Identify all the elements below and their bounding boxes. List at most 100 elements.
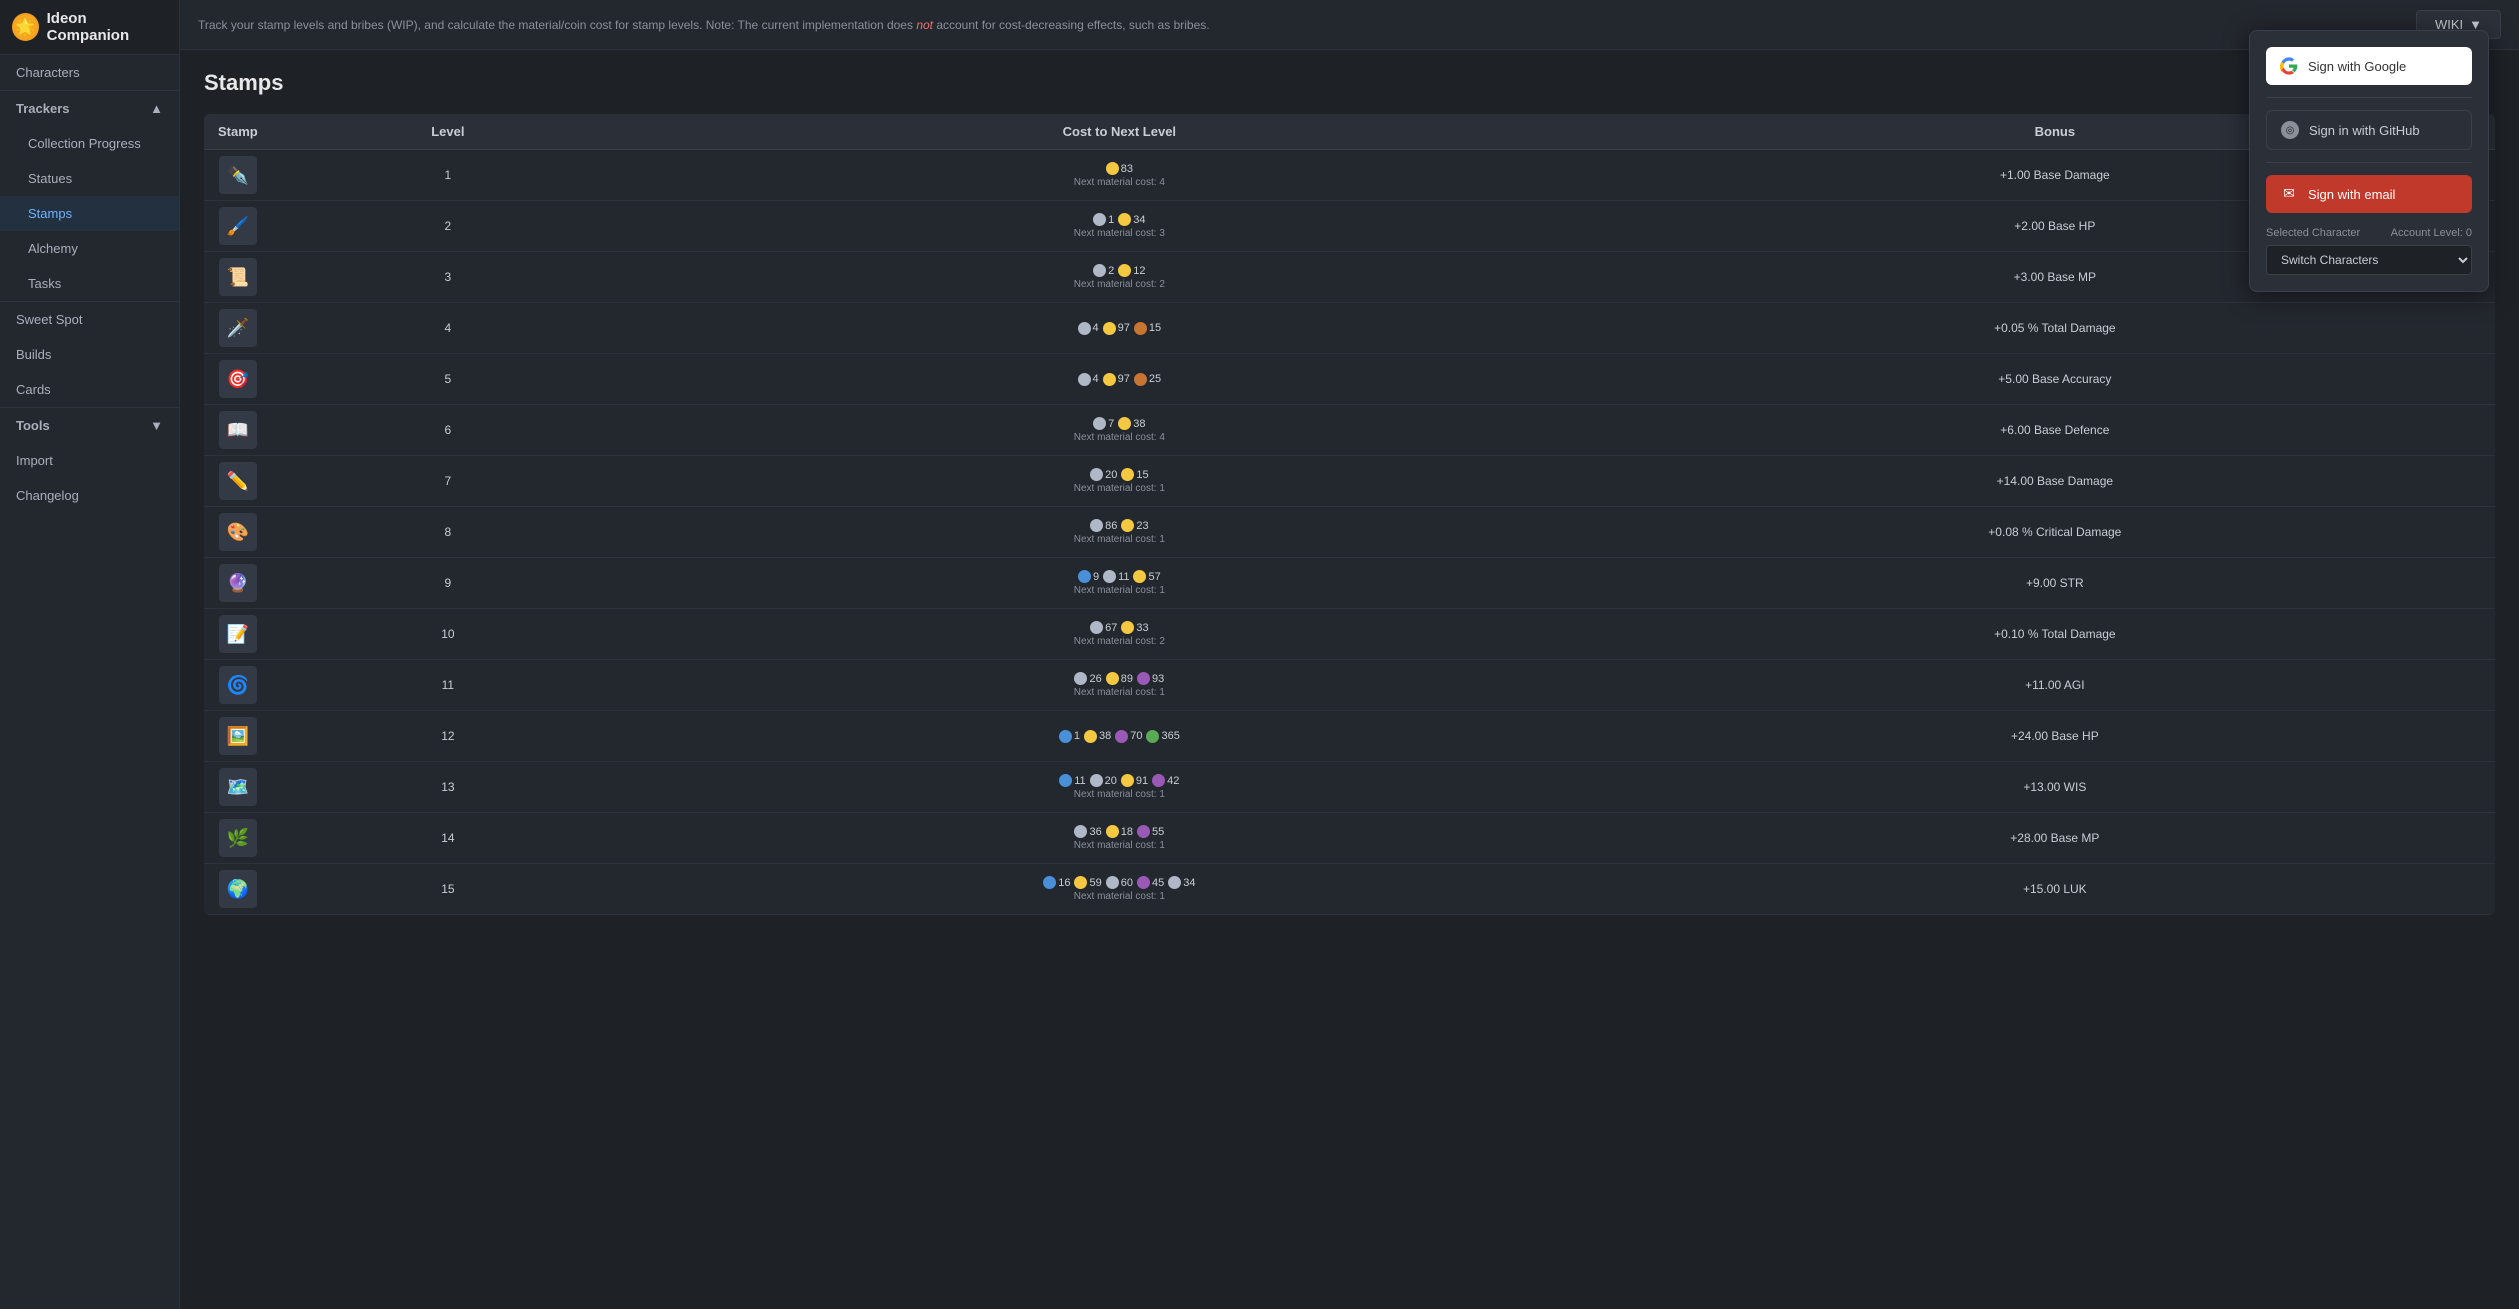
cost-chip: 67	[1090, 621, 1117, 634]
stamp-icon: 🎯	[219, 360, 257, 398]
stamp-cost: 212Next material cost: 2	[624, 252, 1615, 303]
coin-icon	[1074, 825, 1087, 838]
stamp-bonus: +0.10 % Total Damage	[1615, 609, 2495, 660]
stamp-level: 9	[272, 558, 624, 609]
table-row: ✒️183Next material cost: 4+1.00 Base Dam…	[204, 150, 2495, 201]
signin-google-label: Sign with Google	[2308, 59, 2406, 74]
coin-icon	[1152, 774, 1165, 787]
cost-chip: 45	[1137, 876, 1164, 889]
coin-amount: 25	[1149, 373, 1161, 385]
cost-chip: 9	[1078, 570, 1099, 583]
github-icon: ◎	[2281, 121, 2299, 139]
sidebar-item-alchemy[interactable]: Alchemy	[0, 231, 179, 266]
stamp-cost: 11209142Next material cost: 1	[624, 762, 1615, 813]
col-stamp: Stamp	[204, 114, 272, 150]
stamp-bonus: +14.00 Base Damage	[1615, 456, 2495, 507]
cost-chip: 1	[1093, 213, 1114, 226]
signin-google-button[interactable]: Sign with Google	[2266, 47, 2472, 85]
coin-icon	[1103, 570, 1116, 583]
account-level-text: Account Level: 0	[2391, 227, 2472, 239]
cost-chip: 20	[1090, 774, 1117, 787]
sidebar-section-trackers[interactable]: Trackers ▲	[0, 90, 179, 126]
table-row: 📜3212Next material cost: 2+3.00 Base MP	[204, 252, 2495, 303]
coin-icon	[1137, 672, 1150, 685]
cost-chip: 16	[1043, 876, 1070, 889]
stamp-level: 14	[272, 813, 624, 864]
cost-chip: 36	[1074, 825, 1101, 838]
sidebar-item-collection-progress[interactable]: Collection Progress	[0, 126, 179, 161]
stamp-icon: 🎨	[219, 513, 257, 551]
coin-icon	[1133, 570, 1146, 583]
coin-amount: 15	[1136, 469, 1148, 481]
coin-icon	[1043, 876, 1056, 889]
sidebar-item-stamps[interactable]: Stamps	[0, 196, 179, 231]
table-row: 🌀11268993Next material cost: 1+11.00 AGI	[204, 660, 2495, 711]
signin-email-button[interactable]: ✉ Sign with email	[2266, 175, 2472, 213]
stamp-icon-cell: 🗡️	[204, 303, 272, 354]
coin-amount: 59	[1089, 877, 1101, 889]
table-row: 🔮991157Next material cost: 1+9.00 STR	[204, 558, 2495, 609]
sidebar-item-label: Stamps	[28, 206, 72, 221]
next-material-cost: Next material cost: 1	[634, 483, 1605, 494]
cost-chip: 86	[1090, 519, 1117, 532]
table-row: 🌍151659604534Next material cost: 1+15.00…	[204, 864, 2495, 915]
col-cost: Cost to Next Level	[624, 114, 1615, 150]
coin-amount: 1	[1108, 214, 1114, 226]
selected-char-label: Selected Character Account Level: 0	[2266, 227, 2472, 239]
stamp-icon-cell: 🖼️	[204, 711, 272, 762]
sidebar-item-builds[interactable]: Builds	[0, 337, 179, 372]
stamp-icon-cell: 🖌️	[204, 201, 272, 252]
stamp-bonus: +15.00 LUK	[1615, 864, 2495, 915]
next-material-cost: Next material cost: 1	[634, 840, 1605, 851]
table-row: 🖌️2134Next material cost: 3+2.00 Base HP	[204, 201, 2495, 252]
stamp-bonus: +24.00 Base HP	[1615, 711, 2495, 762]
cost-chip: 34	[1118, 213, 1145, 226]
sidebar-item-statues[interactable]: Statues	[0, 161, 179, 196]
signin-email-label: Sign with email	[2308, 187, 2395, 202]
coin-amount: 7	[1108, 418, 1114, 430]
col-level: Level	[272, 114, 624, 150]
coin-icon	[1059, 774, 1072, 787]
coin-amount: 34	[1183, 877, 1195, 889]
coin-amount: 60	[1121, 877, 1133, 889]
coin-icon	[1093, 417, 1106, 430]
switch-characters-select[interactable]: Switch Characters	[2266, 245, 2472, 275]
coin-amount: 91	[1136, 775, 1148, 787]
sidebar-item-changelog[interactable]: Changelog	[0, 478, 179, 513]
next-material-cost: Next material cost: 4	[634, 432, 1605, 443]
sidebar-item-cards[interactable]: Cards	[0, 372, 179, 407]
stamp-icon-cell: ✒️	[204, 150, 272, 201]
sidebar-item-tasks[interactable]: Tasks	[0, 266, 179, 301]
sidebar-item-characters[interactable]: Characters	[0, 55, 179, 90]
coin-amount: 26	[1089, 673, 1101, 685]
coin-amount: 86	[1105, 520, 1117, 532]
sidebar-item-sweet-spot[interactable]: Sweet Spot	[0, 302, 179, 337]
cost-chip: 70	[1115, 730, 1142, 743]
coin-icon	[1121, 774, 1134, 787]
stamp-icon: 🌿	[219, 819, 257, 857]
coin-icon	[1134, 373, 1147, 386]
cost-chip: 26	[1074, 672, 1101, 685]
app-logo-icon: 🌟	[15, 17, 35, 37]
table-row: 🎨88623Next material cost: 1+0.08 % Criti…	[204, 507, 2495, 558]
table-row: 🖼️1213870365+24.00 Base HP	[204, 711, 2495, 762]
stamp-cost: 49715	[624, 303, 1615, 354]
sidebar-section-tools[interactable]: Tools ▼	[0, 407, 179, 443]
stamp-cost: 83Next material cost: 4	[624, 150, 1615, 201]
tools-label: Tools	[16, 418, 50, 433]
coin-amount: 93	[1152, 673, 1164, 685]
coin-icon	[1137, 876, 1150, 889]
coin-icon	[1078, 373, 1091, 386]
coin-icon	[1115, 730, 1128, 743]
stamp-icon-cell: 📖	[204, 405, 272, 456]
signin-github-button[interactable]: ◎ Sign in with GitHub	[2266, 110, 2472, 150]
coin-amount: 1	[1074, 730, 1080, 742]
coin-icon	[1093, 264, 1106, 277]
stamp-icon: ✏️	[219, 462, 257, 500]
cost-chip: 11	[1059, 774, 1085, 787]
table-row: 🗡️449715+0.05 % Total Damage	[204, 303, 2495, 354]
sidebar-item-import[interactable]: Import	[0, 443, 179, 478]
content-area: Stamps Stamp Level Cost to Next Level Bo…	[180, 50, 2519, 1309]
tools-chevron-icon: ▼	[150, 418, 163, 433]
stamp-level: 11	[272, 660, 624, 711]
